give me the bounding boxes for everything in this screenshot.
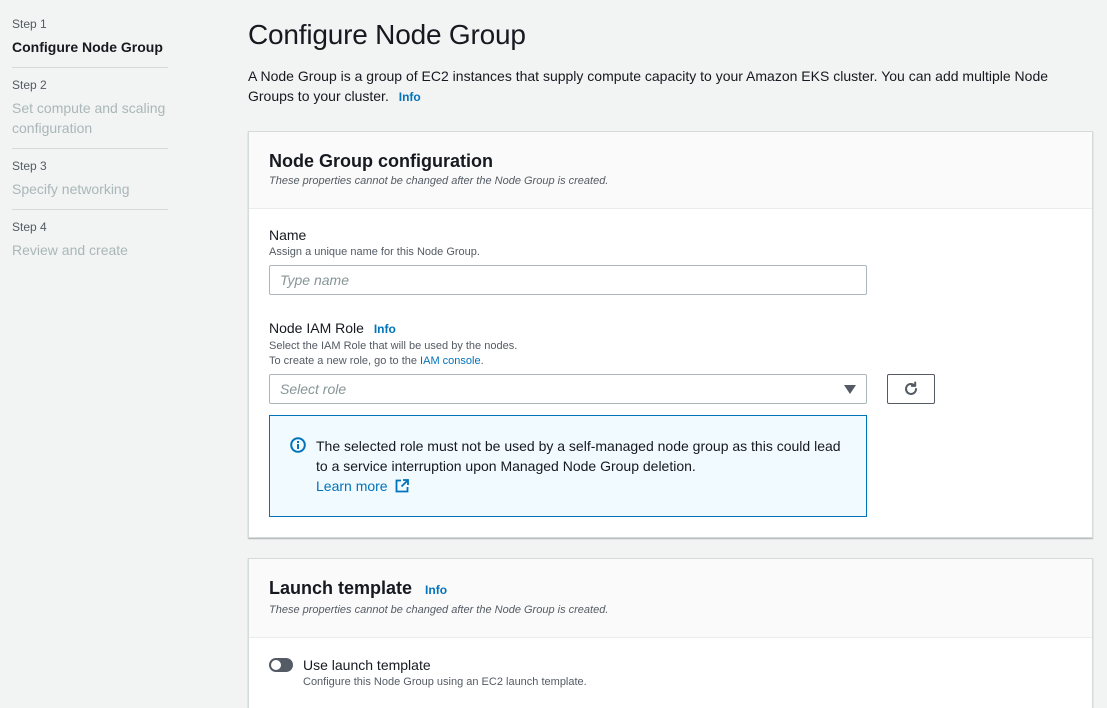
name-label: Name [269,227,307,243]
role-description-suffix: . [480,355,484,367]
info-circle-icon [290,437,306,453]
role-select[interactable]: Select role [269,374,867,404]
launch-template-panel: Launch template Info These properties ca… [248,558,1093,708]
panel-title: Launch template Info [269,577,1072,601]
step-number: Step 2 [12,78,47,92]
launch-template-toggle-row: Use launch template Configure this Node … [269,655,1072,690]
page-description-text: A Node Group is a group of EC2 instances… [248,68,1049,104]
step-3: Step 3 Specify networking [12,159,168,210]
iam-console-link[interactable]: IAM console [420,355,481,367]
role-select-placeholder: Select role [280,381,347,397]
panel-header: Node Group configuration These propertie… [249,132,1092,209]
panel-subtitle: These properties cannot be changed after… [269,604,609,616]
launch-template-title: Launch template [269,578,413,598]
role-select-row: Select role [269,374,1072,404]
role-label: Node IAM Role Info [269,318,1072,339]
launch-template-toggle[interactable] [269,658,293,672]
name-input[interactable] [269,265,867,295]
role-description-2: To create a new role, go to the IAM cons… [269,354,1072,369]
step-4: Step 4 Review and create [12,220,168,270]
node-group-config-panel: Node Group configuration These propertie… [248,131,1093,538]
page-description: A Node Group is a group of EC2 instances… [248,66,1078,107]
panel-subtitle: These properties cannot be changed after… [269,175,609,187]
refresh-icon [905,381,917,395]
step-2: Step 2 Set compute and scaling configura… [12,78,168,149]
refresh-roles-button[interactable] [887,374,935,404]
main-content: Configure Node Group A Node Group is a g… [248,0,1093,708]
step-title: Review and create [12,242,128,258]
role-field: Node IAM Role Info Select the IAM Role t… [269,318,1072,404]
step-title: Specify networking [12,181,130,197]
step-number: Step 3 [12,159,47,173]
step-number: Step 1 [12,17,47,31]
learn-more-label: Learn more [316,478,388,494]
role-description-prefix: To create a new role, go to the [269,355,417,367]
role-description-1: Select the IAM Role that will be used by… [269,340,518,352]
panel-body: Name Assign a unique name for this Node … [249,209,1092,537]
step-1[interactable]: Step 1 Configure Node Group [12,17,168,68]
step-title: Configure Node Group [12,39,163,55]
role-info-link[interactable]: Info [374,322,396,336]
name-description: Assign a unique name for this Node Group… [269,246,480,258]
caret-down-icon [844,384,856,394]
wizard-steps-nav: Step 1 Configure Node Group Step 2 Set c… [12,17,168,280]
alert-text: The selected role must not be used by a … [316,438,841,474]
page-title: Configure Node Group [248,19,526,50]
role-label-text: Node IAM Role [269,320,364,336]
toggle-label: Use launch template [303,657,431,673]
role-info-alert: The selected role must not be used by a … [269,415,867,517]
panel-body: Use launch template Configure this Node … [249,638,1092,708]
name-field: Name Assign a unique name for this Node … [269,225,1072,295]
panel-header: Launch template Info These properties ca… [249,559,1092,638]
toggle-description: Configure this Node Group using an EC2 l… [303,676,587,688]
step-title: Set compute and scaling configuration [12,100,166,136]
page-info-link[interactable]: Info [399,90,421,104]
learn-more-link[interactable]: Learn more [316,476,409,496]
launch-template-info-link[interactable]: Info [425,583,447,597]
step-number: Step 4 [12,220,47,234]
external-link-icon [395,479,409,493]
panel-title: Node Group configuration [269,151,493,171]
toggle-text: Use launch template Configure this Node … [303,655,587,690]
